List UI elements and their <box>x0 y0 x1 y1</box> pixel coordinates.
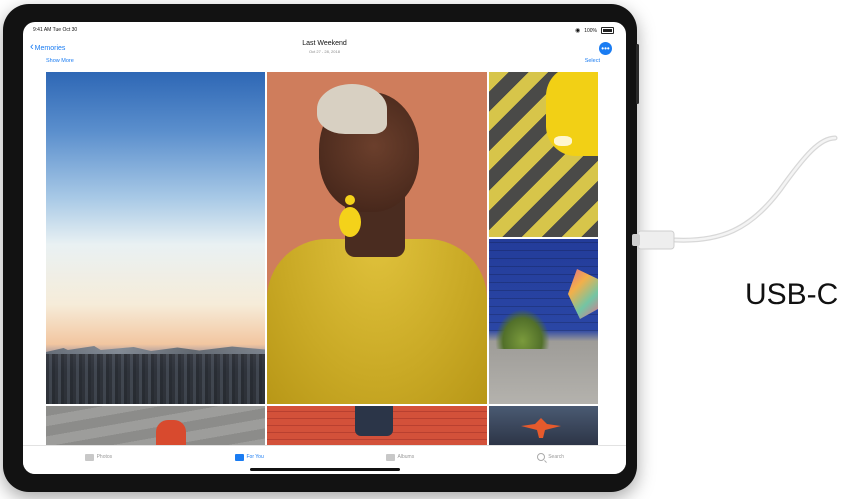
portrait-hair <box>317 84 387 134</box>
tab-label: Albums <box>397 454 415 460</box>
screen: 9:41 AM Tue Oct 30 ◉ 100% ‹ Memories Las… <box>23 22 626 474</box>
search-icon <box>537 453 546 461</box>
ellipsis-icon: ••• <box>601 43 610 53</box>
usb-c-cable-icon <box>632 135 838 250</box>
albums-icon <box>385 453 395 461</box>
tab-bar: Photos For You Albums Search <box>23 445 626 474</box>
more-options-button[interactable]: ••• <box>599 42 612 55</box>
page-subtitle: Oct 27 - 28, 2018 <box>309 49 340 54</box>
photos-icon <box>84 453 94 461</box>
ipad-device: 9:41 AM Tue Oct 30 ◉ 100% ‹ Memories Las… <box>3 4 639 492</box>
page-title: Last Weekend <box>302 40 347 47</box>
for-you-icon <box>234 453 244 461</box>
portrait-earring <box>339 195 361 237</box>
tab-search[interactable]: Search <box>475 446 626 474</box>
photo-sky-city[interactable] <box>46 72 265 404</box>
status-bar: 9:41 AM Tue Oct 30 ◉ 100% <box>23 22 626 36</box>
photo-taxi[interactable] <box>489 72 598 237</box>
usb-c-label: USB-C <box>745 278 839 311</box>
tab-label: Search <box>548 454 565 460</box>
bricks-legs <box>355 406 393 436</box>
battery-percent: 100% <box>584 27 597 34</box>
show-more-link[interactable]: Show More <box>46 58 74 64</box>
status-indicators: ◉ 100% <box>575 27 614 34</box>
select-button[interactable]: Select <box>585 58 600 64</box>
navigation-bar: ‹ Memories Last Weekend Oct 27 - 28, 201… <box>23 36 626 76</box>
status-time-date: 9:41 AM Tue Oct 30 <box>33 27 78 33</box>
photo-portrait[interactable] <box>267 72 487 404</box>
photo-red-bricks[interactable] <box>267 406 487 446</box>
photo-brick-wall[interactable] <box>489 239 598 404</box>
battery-icon <box>601 27 614 34</box>
taxi-body <box>546 72 598 156</box>
tab-label: Photos <box>96 454 113 460</box>
tab-photos[interactable]: Photos <box>23 446 174 474</box>
dancer-figure <box>521 418 561 438</box>
portrait-shirt <box>267 239 487 404</box>
home-indicator <box>249 468 400 471</box>
photo-dancer[interactable] <box>489 406 598 446</box>
wifi-icon: ◉ <box>574 28 581 34</box>
city-skyline <box>46 352 265 404</box>
wall-plant <box>495 309 550 349</box>
stairs-figure <box>156 420 186 446</box>
photo-stairs[interactable] <box>46 406 265 446</box>
tab-label: For You <box>246 454 264 460</box>
